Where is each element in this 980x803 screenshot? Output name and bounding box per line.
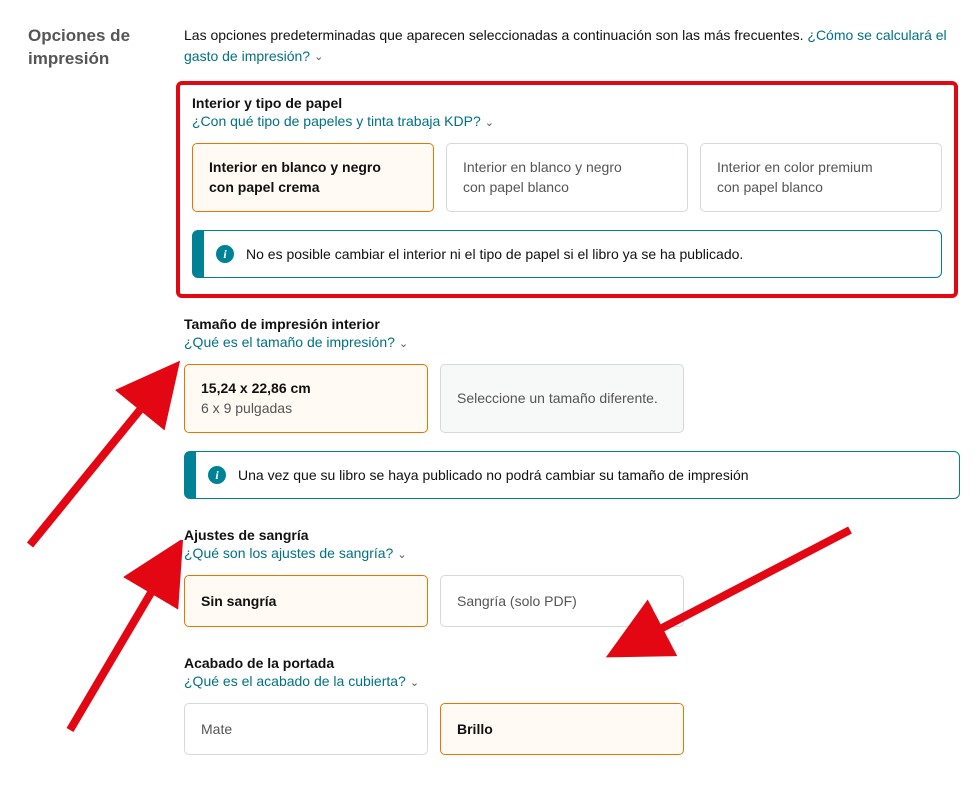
interior-option-bw-white[interactable]: Interior en blanco y negro con papel bla… [446, 143, 688, 212]
section-interior: Interior y tipo de papel ¿Con qué tipo d… [176, 81, 958, 298]
chevron-down-icon: ⌄ [397, 548, 406, 561]
bleed-title: Ajustes de sangría [184, 527, 960, 543]
trim-option-6x9[interactable]: 15,24 x 22,86 cm 6 x 9 pulgadas [184, 364, 428, 433]
cover-option-matte[interactable]: Mate [184, 703, 428, 755]
info-icon: i [216, 245, 234, 263]
chevron-down-icon: ⌄ [399, 337, 408, 350]
interior-info-text: No es posible cambiar el interior ni el … [246, 246, 743, 262]
trim-option-different[interactable]: Seleccione un tamaño diferente. [440, 364, 684, 433]
cover-help-link[interactable]: ¿Qué es el acabado de la cubierta?⌄ [184, 673, 419, 689]
trim-info-banner: i Una vez que su libro se haya publicado… [184, 451, 960, 499]
interior-option-color-premium[interactable]: Interior en color premium con papel blan… [700, 143, 942, 212]
cover-option-glossy[interactable]: Brillo [440, 703, 684, 755]
trim-title: Tamaño de impresión interior [184, 316, 960, 332]
interior-help-link[interactable]: ¿Con qué tipo de papeles y tinta trabaja… [192, 113, 494, 129]
chevron-down-icon: ⌄ [410, 676, 419, 689]
cover-title: Acabado de la portada [184, 655, 960, 671]
section-label-line2: impresión [28, 49, 109, 68]
section-trim: Tamaño de impresión interior ¿Qué es el … [184, 316, 960, 499]
trim-info-text: Una vez que su libro se haya publicado n… [238, 467, 749, 483]
interior-info-banner: i No es posible cambiar el interior ni e… [192, 230, 942, 278]
section-label-line1: Opciones de [28, 26, 130, 45]
info-icon: i [208, 466, 226, 484]
interior-title: Interior y tipo de papel [192, 95, 942, 111]
section-label: Opciones de impresión [28, 25, 180, 783]
intro-text: Las opciones predeterminadas que aparece… [184, 25, 960, 67]
section-bleed: Ajustes de sangría ¿Qué son los ajustes … [184, 527, 960, 627]
trim-help-link[interactable]: ¿Qué es el tamaño de impresión?⌄ [184, 334, 408, 350]
chevron-down-icon: ⌄ [485, 116, 494, 129]
bleed-option-yes[interactable]: Sangría (solo PDF) [440, 575, 684, 627]
bleed-option-no[interactable]: Sin sangría [184, 575, 428, 627]
chevron-down-icon: ⌄ [314, 49, 323, 66]
interior-option-bw-cream[interactable]: Interior en blanco y negro con papel cre… [192, 143, 434, 212]
section-cover: Acabado de la portada ¿Qué es el acabado… [184, 655, 960, 755]
bleed-help-link[interactable]: ¿Qué son los ajustes de sangría?⌄ [184, 545, 407, 561]
